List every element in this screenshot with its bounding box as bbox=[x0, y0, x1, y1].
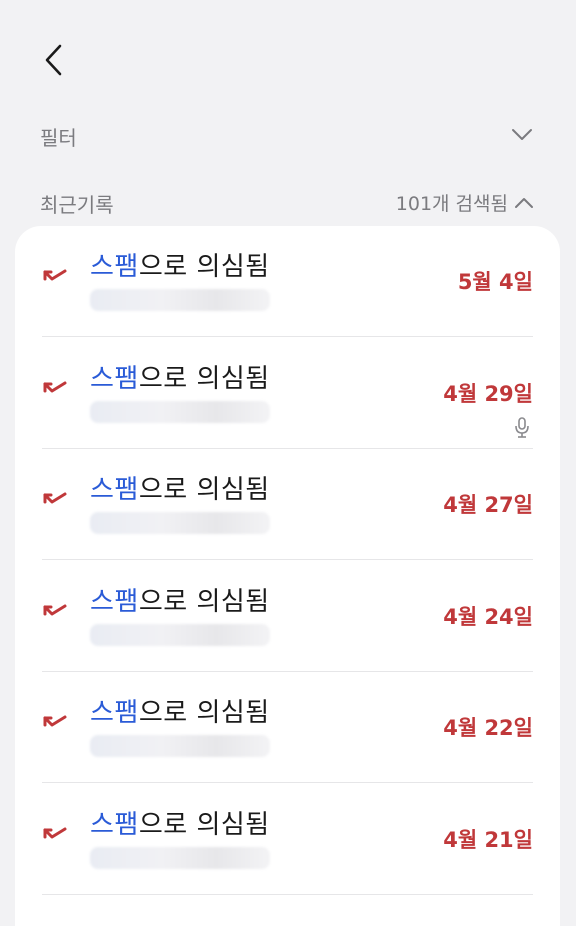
chevron-left-icon bbox=[45, 44, 62, 76]
call-title: 스팸으로 의심됨 bbox=[90, 358, 270, 395]
suspected-label: 으로 의심됨 bbox=[138, 363, 270, 394]
blurred-phone-number bbox=[90, 735, 270, 757]
spam-label: 스팸 bbox=[90, 363, 139, 394]
call-date: 4월 29일 bbox=[443, 381, 533, 406]
call-title: 스팸으로 의심됨 bbox=[90, 246, 270, 283]
call-date: 5월 4일 bbox=[457, 270, 533, 294]
call-list-item[interactable]: 스팸으로 의심됨 4월 24일 bbox=[15, 561, 560, 672]
missed-call-icon bbox=[43, 269, 67, 281]
missed-call-icon bbox=[43, 381, 67, 392]
call-list-item[interactable]: 스팸으로 의심됨 4월 22일 bbox=[15, 672, 560, 783]
call-list-item[interactable]: 스팸으로 의심됨 4월 21일 bbox=[15, 784, 560, 895]
blurred-phone-number bbox=[90, 512, 270, 534]
call-title: 스팸으로 의심됨 bbox=[90, 692, 270, 729]
blurred-phone-number bbox=[90, 623, 270, 646]
call-list-item[interactable]: 스팸으로 의심됨 5월 4일 bbox=[15, 226, 560, 337]
suspected-label: 으로 의심됨 bbox=[138, 698, 270, 728]
call-title: 스팸으로 의심됨 bbox=[90, 469, 270, 506]
spam-label: 스팸 bbox=[90, 252, 139, 282]
back-button[interactable] bbox=[36, 40, 72, 80]
missed-call-icon bbox=[43, 715, 67, 727]
suspected-label: 으로 의심됨 bbox=[138, 809, 270, 840]
missed-call-icon bbox=[43, 604, 67, 615]
microphone-icon bbox=[515, 416, 529, 438]
call-title: 스팸으로 의심됨 bbox=[90, 804, 270, 841]
call-date: 4월 24일 bbox=[443, 604, 533, 629]
filter-label[interactable]: 필터 bbox=[40, 122, 77, 151]
call-list-item[interactable]: 스팸으로 의심됨 4월 29일 bbox=[15, 338, 560, 449]
call-date: 4월 27일 bbox=[443, 493, 533, 517]
recent-history-label: 최근기록 bbox=[40, 193, 114, 217]
call-date: 4월 22일 bbox=[443, 716, 533, 740]
spam-label: 스팸 bbox=[90, 809, 139, 840]
spam-label: 스팸 bbox=[90, 698, 139, 728]
suspected-label: 으로 의심됨 bbox=[138, 475, 270, 505]
divider bbox=[42, 893, 533, 895]
call-date: 4월 21일 bbox=[443, 827, 533, 852]
suspected-label: 으로 의심됨 bbox=[138, 586, 270, 617]
search-count-toggle[interactable]: 101개 검색됨 bbox=[396, 189, 534, 216]
blurred-phone-number bbox=[90, 846, 270, 869]
spam-label: 스팸 bbox=[90, 475, 139, 505]
missed-call-icon bbox=[43, 492, 67, 504]
blurred-phone-number bbox=[90, 400, 270, 423]
spam-label: 스팸 bbox=[90, 586, 139, 617]
blurred-phone-number bbox=[90, 289, 270, 311]
missed-call-icon bbox=[43, 827, 67, 838]
search-count-text: 101개 검색됨 bbox=[395, 193, 508, 215]
chevron-down-icon[interactable] bbox=[510, 124, 534, 144]
suspected-label: 으로 의심됨 bbox=[138, 252, 270, 282]
call-list-item[interactable]: 스팸으로 의심됨 4월 27일 bbox=[15, 449, 560, 560]
chevron-up-icon bbox=[515, 197, 533, 208]
call-title: 스팸으로 의심됨 bbox=[90, 581, 270, 618]
